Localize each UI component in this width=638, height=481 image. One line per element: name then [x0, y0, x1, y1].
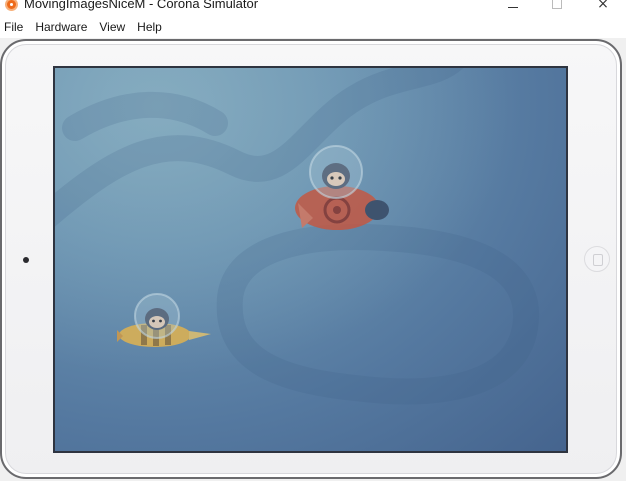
- astronaut-face: [327, 172, 345, 186]
- scene-canvas: [55, 68, 566, 451]
- astronaut-face-2: [149, 316, 165, 328]
- close-icon: ×: [597, 0, 609, 12]
- maximize-button[interactable]: [534, 0, 580, 14]
- menu-view[interactable]: View: [95, 17, 133, 37]
- maximize-icon: [552, 0, 562, 9]
- front-camera-icon: [23, 257, 29, 263]
- close-button[interactable]: ×: [580, 0, 626, 14]
- astronaut2-eye-left: [152, 319, 155, 323]
- red-ship-target-dot: [333, 206, 341, 214]
- simulator-screen[interactable]: [53, 66, 568, 453]
- home-button[interactable]: [584, 246, 610, 272]
- astronaut-eye-right: [338, 176, 342, 180]
- title-bar: MovingImagesNiceM - Corona Simulator ×: [0, 0, 638, 14]
- menu-help[interactable]: Help: [133, 17, 170, 37]
- minimize-icon: [508, 6, 518, 8]
- corona-app-icon: [5, 0, 18, 11]
- menu-hardware[interactable]: Hardware: [31, 17, 95, 37]
- red-ship-nose: [365, 200, 389, 220]
- menu-bar: File Hardware View Help: [0, 17, 638, 37]
- window-title: MovingImagesNiceM - Corona Simulator: [24, 0, 259, 11]
- astronaut-eye-left: [330, 176, 334, 180]
- minimize-button[interactable]: [490, 0, 536, 14]
- menu-file[interactable]: File: [0, 17, 31, 37]
- astronaut2-eye-right: [159, 319, 162, 323]
